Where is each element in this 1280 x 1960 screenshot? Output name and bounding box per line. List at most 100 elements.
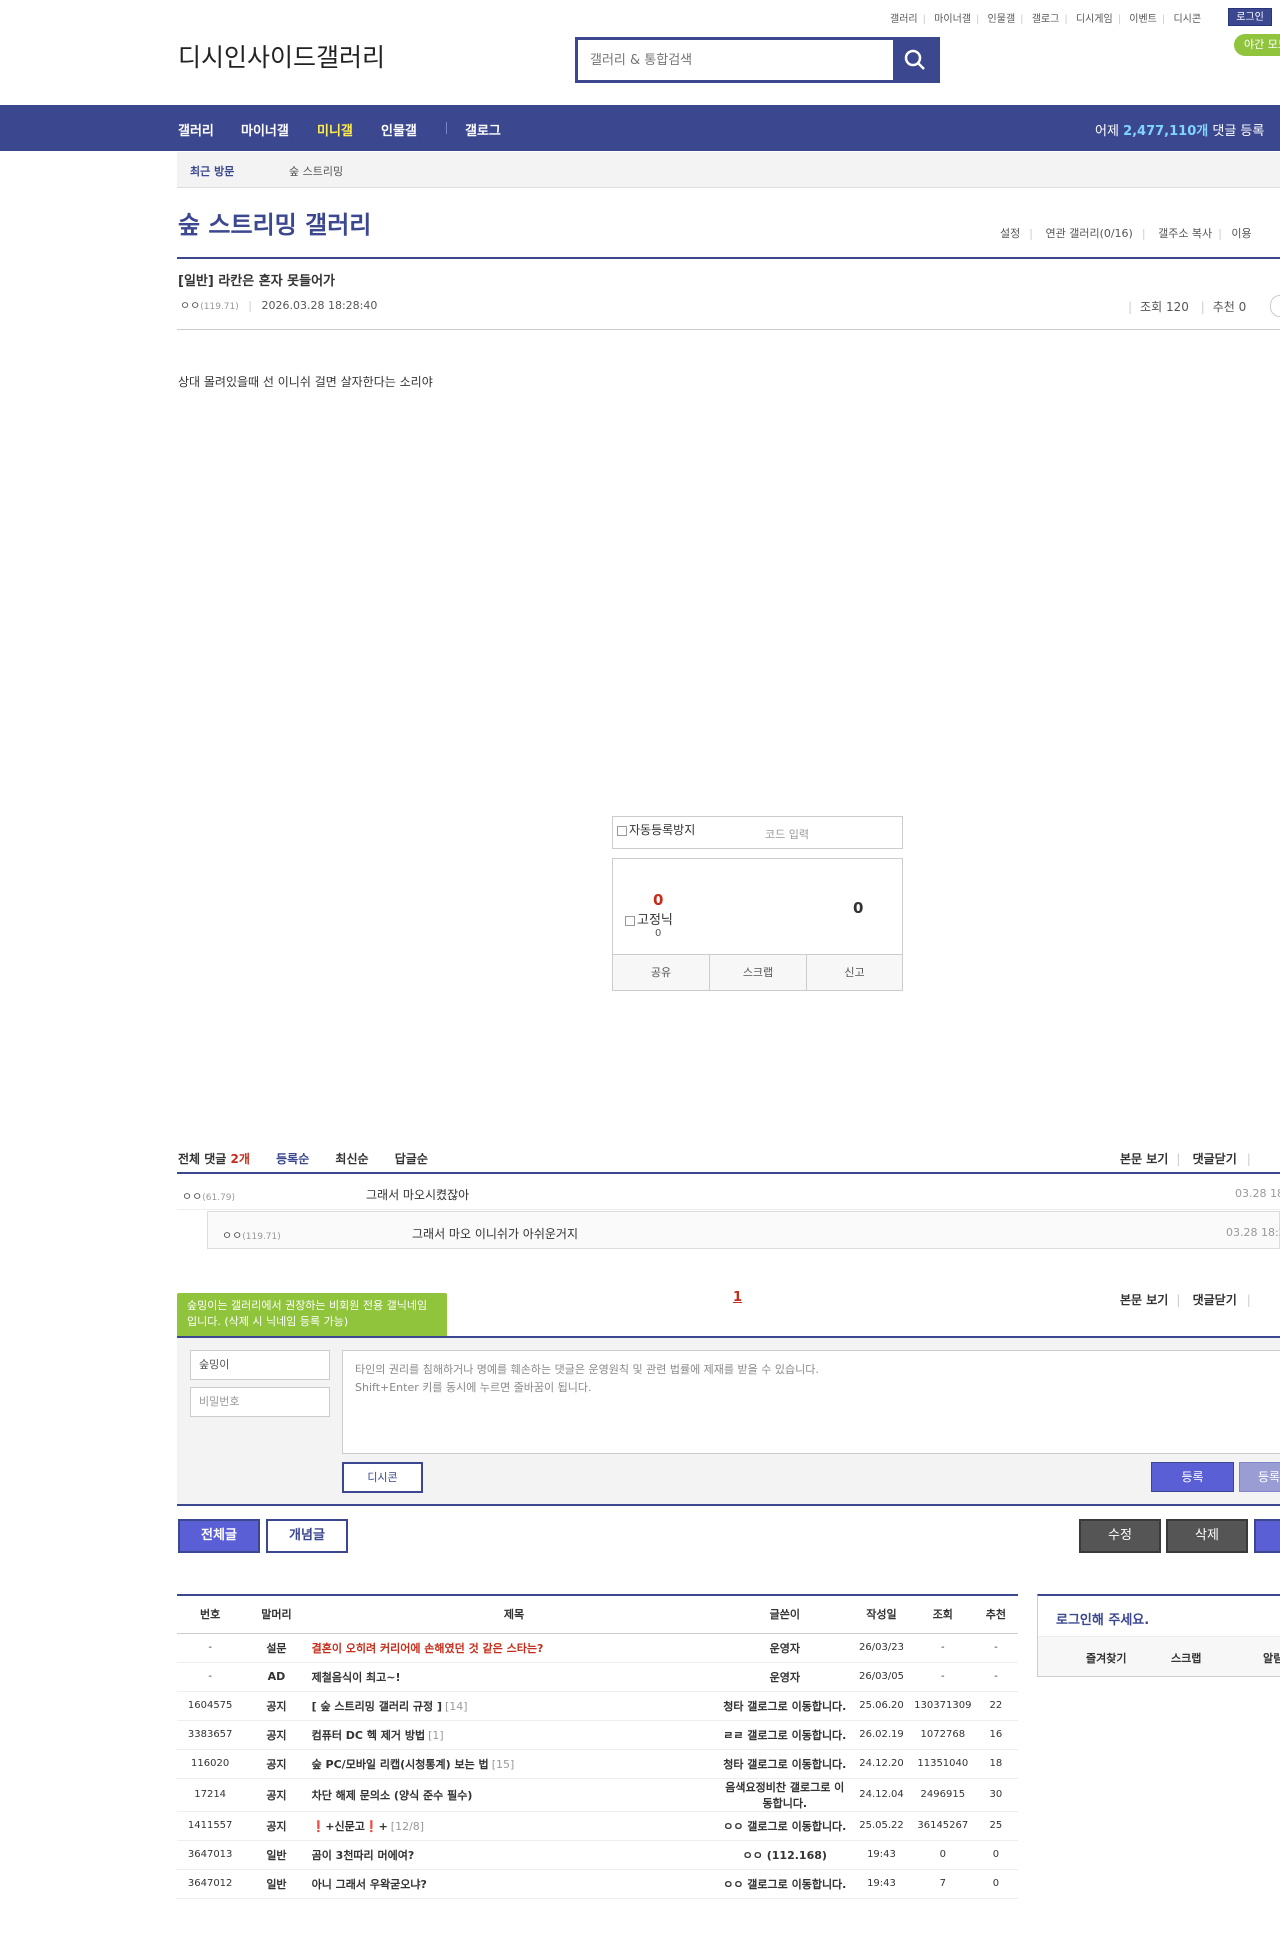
concept-posts-button[interactable]: 개념글 (266, 1519, 348, 1553)
close-comments-link[interactable]: 댓글닫기 (1193, 1152, 1237, 1166)
topnav-gallog[interactable]: 갤로그 (1032, 14, 1060, 25)
captcha-image: 자동등록방지 (617, 821, 695, 838)
cell-writer[interactable]: 운영자 (718, 1662, 852, 1692)
nav-person[interactable]: 인물갤 (381, 120, 417, 139)
scrap-button[interactable]: 스크랩 (710, 955, 807, 990)
site-logo[interactable]: 디시인사이드갤러리 (178, 38, 385, 74)
nickname-field[interactable]: 숲밍이 (190, 1350, 330, 1380)
night-mode-toggle[interactable]: 야간 모드 (1234, 34, 1280, 56)
post-link[interactable]: 결혼이 오히려 커리어에 손해였던 것 같은 스타는? (312, 1642, 544, 1655)
edit-button[interactable]: 수정 (1079, 1519, 1161, 1553)
cell-date: 26/03/23 (851, 1633, 912, 1663)
table-row[interactable]: 1604575 공지[ 숲 스트리밍 갤러리 규정 ] [14] 청타 갤로그로 이동… (177, 1691, 1018, 1721)
dccon-button[interactable]: 디시콘 (342, 1462, 423, 1493)
write-button[interactable] (1254, 1519, 1280, 1553)
topnav-gallery[interactable]: 갤러리 (890, 14, 918, 25)
nav-mini[interactable]: 미니갤 (317, 120, 353, 139)
post-author[interactable]: ㅇㅇ (180, 299, 200, 312)
table-row[interactable]: 3647012 일반 아니 그래서 우왁굳오냐? ㅇㅇ 갤로그로 이동합니다. 19:4… (177, 1869, 1018, 1899)
comment-footer-right: 본문 보기 | 댓글닫기 | (1120, 1293, 1251, 1307)
cell-title[interactable]: 제철음식이 최고~! (309, 1662, 719, 1692)
post-link[interactable]: [ 숲 스트리밍 갤러리 규정 ] (312, 1700, 442, 1713)
cell-writer[interactable]: ㅇㅇ (112.168) (718, 1840, 852, 1870)
side-login-title[interactable]: 로그인해 주세요. (1056, 1609, 1149, 1628)
topnav-person[interactable]: 인물갤 (988, 14, 1016, 25)
table-row[interactable]: 116020 공지 숲 PC/모바일 리캡(시청통계) 보는 법 [15] 청타 갤로그… (177, 1749, 1018, 1779)
all-posts-button[interactable]: 전체글 (178, 1519, 260, 1553)
cell-title[interactable]: [ 숲 스트리밍 갤러리 규정 ] [14] (309, 1691, 719, 1721)
gallery-usage[interactable]: 이용 (1231, 227, 1251, 240)
cell-no: - (177, 1633, 244, 1663)
cell-writer[interactable]: 청타 갤로그로 이동합니다. (718, 1749, 852, 1779)
post-link[interactable]: 제철음식이 최고~! (312, 1671, 401, 1684)
gallery-settings[interactable]: 설정 (1000, 227, 1020, 240)
comment-count: [14] (445, 1699, 468, 1713)
reply-author[interactable]: ㅇㅇ(119.71) (222, 1227, 281, 1243)
sort-latest[interactable]: 최신순 (335, 1152, 368, 1166)
view-body-link[interactable]: 본문 보기 (1120, 1152, 1168, 1166)
report-button[interactable]: 신고 (807, 955, 902, 990)
nav-minor[interactable]: 마이너갤 (241, 120, 289, 139)
post-link[interactable]: 아니 그래서 우왁굳오냐? (312, 1878, 427, 1891)
cell-title[interactable]: 컴퓨터 DC 헥 제거 방법 [1] (309, 1720, 719, 1750)
table-row[interactable]: 3647013 일반 곰이 3천따리 머에여? ㅇㅇ (112.168) 19:43 0 0 (177, 1840, 1018, 1870)
post-link[interactable]: 컴퓨터 DC 헥 제거 방법 (312, 1729, 425, 1742)
password-field[interactable]: 비밀번호 (190, 1387, 330, 1417)
recent-item[interactable]: 숲 스트리밍 (289, 163, 343, 179)
table-row[interactable]: 1411557 공지 ❗+신문고❗+ [12/8] ㅇㅇ 갤로그로 이동합니다. 25.0… (177, 1811, 1018, 1841)
post-link[interactable]: 곰이 3천따리 머에여? (312, 1849, 415, 1862)
cell-title[interactable]: 곰이 3천따리 머에여? (309, 1840, 719, 1870)
cell-writer[interactable]: ㅇㅇ 갤로그로 이동합니다. (718, 1811, 852, 1841)
cell-writer[interactable]: 운영자 (718, 1633, 852, 1663)
post-meta: ㅇㅇ(119.71) | 2026.03.28 18:28:40 (180, 299, 378, 312)
delete-button[interactable]: 삭제 (1166, 1519, 1248, 1553)
sort-registered[interactable]: 등록순 (276, 1152, 309, 1166)
cell-writer[interactable]: ㅇㅇ 갤로그로 이동합니다. (718, 1869, 852, 1899)
close-comments-link-2[interactable]: 댓글닫기 (1193, 1293, 1237, 1307)
topnav-minor[interactable]: 마이너갤 (934, 14, 971, 25)
comment-submit-button[interactable]: 등록 (1151, 1462, 1234, 1492)
comment-submit-recommend-button[interactable]: 등록 (1239, 1462, 1280, 1492)
cell-writer[interactable]: 청타 갤로그로 이동합니다. (718, 1691, 852, 1721)
cell-no: 1604575 (177, 1691, 244, 1721)
topnav-event[interactable]: 이벤트 (1129, 14, 1157, 25)
comment-textarea[interactable]: 타인의 권리를 침해하거나 명예를 훼손하는 댓글은 운영원칙 및 관련 법률에… (342, 1350, 1280, 1454)
post-option-button[interactable] (1270, 295, 1280, 317)
table-row[interactable]: 17214 공지 차단 해제 문의소 (양식 준수 필수) 음색요정비찬 갤로그로 이… (177, 1778, 1018, 1812)
captcha-input[interactable]: 코드 입력 (765, 826, 809, 842)
cell-writer[interactable]: 음색요정비찬 갤로그로 이동합니다. (718, 1778, 852, 1812)
cell-title[interactable]: 차단 해제 문의소 (양식 준수 필수) (309, 1778, 719, 1812)
cell-title[interactable]: 아니 그래서 우왁굳오냐? (309, 1869, 719, 1899)
table-row[interactable]: - AD 제철음식이 최고~! 운영자 26/03/05- - (177, 1662, 1018, 1692)
post-link[interactable]: 숲 PC/모바일 리캡(시청통계) 보는 법 (312, 1758, 489, 1771)
related-gallery[interactable]: 연관 갤러리(0/16) (1045, 227, 1132, 240)
cell-title[interactable]: 숲 PC/모바일 리캡(시청통계) 보는 법 [15] (309, 1749, 719, 1779)
side-scrap[interactable]: 스크랩 (1171, 1650, 1201, 1666)
post-link[interactable]: ❗+신문고❗+ (312, 1820, 388, 1833)
login-button[interactable]: 로그인 (1228, 8, 1272, 26)
topnav-dccon[interactable]: 디시콘 (1173, 14, 1201, 25)
cell-writer[interactable]: ㄹㄹ 갤로그로 이동합니다. (718, 1720, 852, 1750)
nav-gallog[interactable]: 갤로그 (465, 120, 501, 139)
view-body-link-2[interactable]: 본문 보기 (1120, 1293, 1168, 1307)
cell-title[interactable]: 결혼이 오히려 커리어에 손해였던 것 같은 스타는? (309, 1633, 719, 1663)
side-favorites[interactable]: 즐겨찾기 (1086, 1650, 1126, 1666)
post-title: [일반] 라칸은 혼자 못들어가 (178, 274, 336, 289)
table-row[interactable]: 3383657 공지 컴퓨터 DC 헥 제거 방법 [1] ㄹㄹ 갤로그로 이동합니다.… (177, 1720, 1018, 1750)
topnav-game[interactable]: 디시게임 (1076, 14, 1113, 25)
search-input[interactable] (584, 44, 890, 76)
copy-gallery-address[interactable]: 갤주소 복사 (1158, 227, 1212, 240)
search-button[interactable] (893, 40, 937, 80)
nav-gallery[interactable]: 갤러리 (178, 120, 214, 139)
comment-header-right: 본문 보기 | 댓글닫기 | (1120, 1152, 1251, 1166)
gallery-title[interactable]: 숲 스트리밍 갤러리 (178, 205, 371, 240)
cell-title[interactable]: ❗+신문고❗+ [12/8] (309, 1811, 719, 1841)
comment-author[interactable]: ㅇㅇ(61.79) (182, 1188, 235, 1204)
post-link[interactable]: 차단 해제 문의소 (양식 준수 필수) (312, 1789, 473, 1802)
sort-reply[interactable]: 답글순 (395, 1152, 428, 1166)
comment-page-1[interactable]: 1 (733, 1290, 742, 1305)
side-alarm[interactable]: 알림 (1263, 1650, 1280, 1666)
col-no: 번호 (177, 1594, 244, 1634)
table-row[interactable]: - 설문 결혼이 오히려 커리어에 손해였던 것 같은 스타는? 운영자 26/03/2… (177, 1633, 1018, 1663)
share-button[interactable]: 공유 (613, 955, 710, 990)
